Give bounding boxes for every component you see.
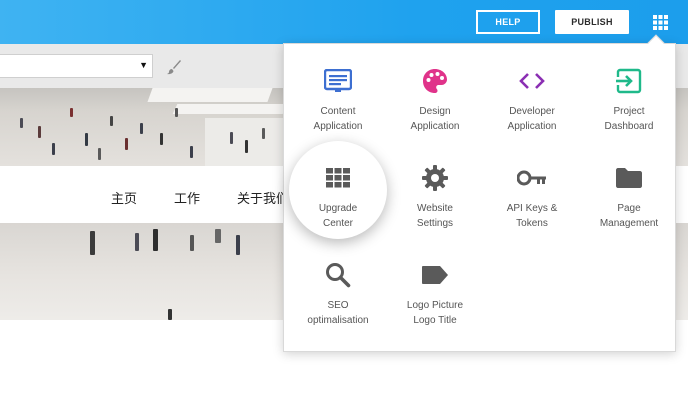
tile-upgrade-center[interactable]: Upgrade Center (293, 163, 383, 243)
tile-label: Project Dashboard (604, 106, 654, 132)
tile-label: API Keys & Tokens (506, 203, 558, 229)
page-select[interactable]: ▼ (0, 54, 153, 78)
tile-design-application[interactable]: Design Application (390, 66, 480, 146)
nav-item-home[interactable]: 主页 (111, 188, 137, 207)
gear-icon (420, 163, 450, 193)
content-application-icon (323, 66, 353, 96)
tile-label: Logo Picture Logo Title (406, 300, 464, 326)
help-button[interactable]: HELP (476, 10, 540, 34)
palette-icon (420, 66, 450, 96)
tile-label: Developer Application (507, 106, 557, 132)
tile-project-dashboard[interactable]: Project Dashboard (584, 66, 674, 146)
grid-icon (323, 163, 353, 193)
code-icon (517, 66, 547, 96)
tile-logo[interactable]: Logo Picture Logo Title (390, 260, 480, 340)
apps-grid-icon[interactable] (653, 15, 668, 30)
tile-label: Page Management (599, 203, 659, 229)
tile-page-management[interactable]: Page Management (584, 163, 674, 243)
tile-label: Design Application (410, 106, 460, 132)
tile-developer-application[interactable]: Developer Application (487, 66, 577, 146)
tile-api-keys[interactable]: API Keys & Tokens (487, 163, 577, 243)
exit-dashboard-icon (614, 66, 644, 96)
search-icon (323, 260, 353, 290)
tile-website-settings[interactable]: Website Settings (390, 163, 480, 243)
tile-label: Content Application (313, 106, 363, 132)
tile-label: Website Settings (416, 203, 454, 229)
tile-seo[interactable]: SEO optimalisation (293, 260, 383, 340)
top-bar: HELP PUBLISH (0, 0, 688, 44)
folder-icon (614, 163, 644, 193)
nav-item-about[interactable]: 关于我们 (237, 188, 289, 207)
tile-label: Upgrade Center (318, 203, 358, 229)
tile-label: SEO optimalisation (307, 300, 369, 326)
chevron-down-icon: ▼ (139, 60, 148, 70)
key-icon (517, 163, 547, 193)
label-tag-icon (420, 260, 450, 290)
nav-item-work[interactable]: 工作 (174, 188, 200, 207)
publish-button[interactable]: PUBLISH (555, 10, 629, 34)
brush-icon[interactable] (166, 59, 182, 75)
tile-content-application[interactable]: Content Application (293, 66, 383, 146)
